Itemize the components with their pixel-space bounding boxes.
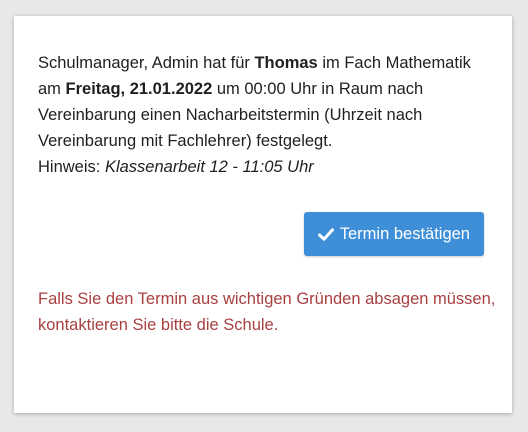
- confirm-appointment-button[interactable]: Termin bestätigen: [303, 212, 484, 256]
- hint-line: Hinweis: Klassenarbeit 12 - 11:05 Uhr: [38, 154, 488, 180]
- hint-text: Klassenarbeit 12 - 11:05 Uhr: [104, 158, 314, 176]
- appointment-message: Schulmanager, Admin hat für Thomas im Fa…: [38, 50, 498, 154]
- appointment-card: Schulmanager, Admin hat für Thomas im Fa…: [14, 16, 512, 413]
- hint-label: Hinweis:: [38, 158, 105, 176]
- student-name: Thomas: [254, 54, 318, 72]
- button-row: Termin bestätigen: [38, 212, 488, 256]
- appointment-date: Freitag, 21.01.2022: [65, 80, 213, 98]
- confirm-button-label: Termin bestätigen: [339, 224, 470, 243]
- checkmark-icon: [317, 227, 334, 241]
- message-text-1: Schulmanager, Admin hat für: [38, 54, 255, 72]
- cancellation-notice: Falls Sie den Termin aus wichtigen Gründ…: [38, 290, 496, 334]
